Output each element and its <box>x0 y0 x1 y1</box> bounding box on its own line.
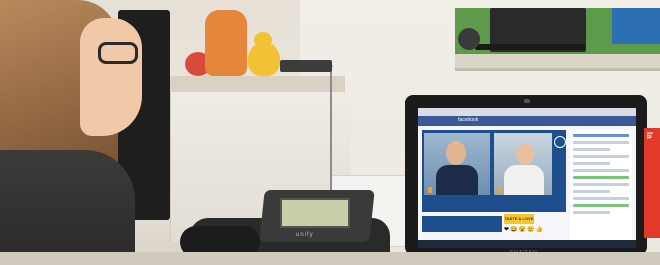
sidebar-line <box>573 155 629 158</box>
red-box-text: la <box>645 132 654 139</box>
sidebar-line <box>573 197 629 200</box>
office-photo: unify facebook TASTE & LOVE ❤😂😮😢👍 la <box>0 0 660 265</box>
os-taskbar <box>418 240 636 248</box>
sweater <box>0 150 135 265</box>
sidebar-line <box>573 169 629 172</box>
webcam-icon <box>524 99 530 103</box>
desk-surface <box>0 252 660 265</box>
video-tile-guest <box>494 133 552 195</box>
cable <box>330 65 338 195</box>
phone-brand: unify <box>296 232 314 238</box>
sidebar-line <box>573 190 611 193</box>
sidebar-line <box>573 162 611 165</box>
site-header-bar: facebook <box>418 116 636 126</box>
phone-lcd <box>280 198 350 228</box>
reaction-emojis: ❤😂😮😢👍 <box>504 227 544 233</box>
live-video <box>422 130 566 212</box>
background-monitor-stand <box>475 44 585 50</box>
video-tile-host <box>424 133 490 195</box>
guest-head <box>516 143 534 165</box>
host-body <box>436 165 478 195</box>
site-header-text: facebook <box>458 117 479 123</box>
sidebar-line <box>573 211 611 214</box>
sidebar-line <box>573 148 611 151</box>
rubber-duck <box>248 32 280 76</box>
blue-card <box>612 8 660 44</box>
shelf-right <box>455 54 660 71</box>
sidebar-line <box>573 134 629 137</box>
video-badge: TASTE & LOVE <box>504 214 534 224</box>
glasses-icon <box>98 42 138 64</box>
sidebar-line <box>573 183 629 186</box>
sidebar-line <box>573 176 629 179</box>
host-name-tag <box>428 187 432 193</box>
guest-body <box>504 165 544 195</box>
round-speaker <box>458 28 480 50</box>
laptop-display: facebook TASTE & LOVE ❤😂😮😢👍 <box>418 108 636 248</box>
video-logo-icon <box>554 136 566 148</box>
red-box <box>644 128 660 238</box>
sidebar-line <box>573 141 629 144</box>
page-sidebar <box>570 130 632 242</box>
router <box>280 60 332 72</box>
browser-tabs <box>418 108 636 116</box>
face <box>80 18 142 136</box>
video-caption <box>422 216 502 232</box>
host-head <box>446 141 466 165</box>
person-at-desk <box>0 0 150 265</box>
sidebar-line <box>573 204 629 207</box>
orange-plush-toy <box>205 10 247 76</box>
guest-name-tag <box>498 187 502 193</box>
